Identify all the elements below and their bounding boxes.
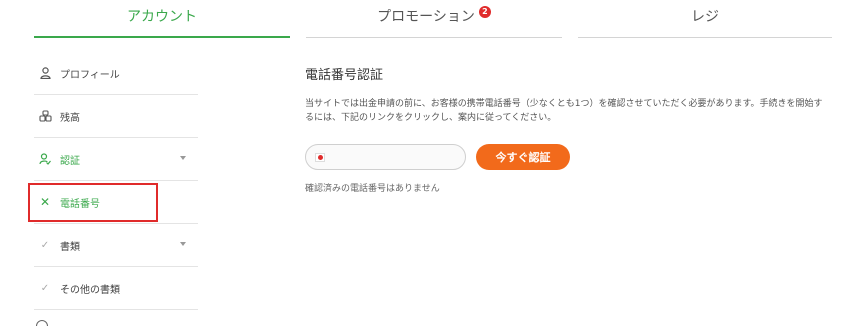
coins-icon	[38, 109, 52, 123]
sidebar-item-label: 認証	[60, 155, 80, 167]
sidebar-item-label: その他の書類	[60, 284, 120, 296]
check-icon: ✓	[40, 282, 50, 294]
sidebar-item-phone[interactable]: ✕ 電話番号	[34, 181, 198, 224]
sidebar-item-other-documents[interactable]: ✓ その他の書類	[34, 267, 198, 310]
sidebar-item-balance[interactable]: 残高	[34, 95, 198, 138]
tab-cashier-underline	[578, 37, 832, 38]
user-icon	[38, 66, 52, 80]
verify-now-button[interactable]: 今すぐ認証	[476, 144, 570, 170]
top-tabs: アカウント プロモーション 2 レジ	[0, 0, 850, 40]
tab-account-underline	[34, 36, 290, 38]
chevron-down-icon	[180, 242, 186, 246]
description-text: 当サイトでは出金申請の前に、お客様の携帯電話番号（少なくとも1つ）を確認させてい…	[305, 99, 823, 123]
japan-flag-icon	[315, 153, 325, 162]
cross-icon: ✕	[39, 195, 51, 209]
check-icon: ✓	[40, 239, 50, 251]
tab-account-label: アカウント	[127, 9, 197, 25]
tab-promotion-label: プロモーション	[377, 9, 475, 25]
sidebar-item-documents[interactable]: ✓ 書類	[34, 224, 198, 267]
notification-badge: 2	[478, 6, 491, 18]
sidebar-item-label: 電話番号	[60, 198, 100, 210]
tab-promotion-underline	[306, 37, 562, 38]
sidebar-item-label: 残高	[60, 112, 80, 124]
page-title: 電話番号認証	[305, 68, 384, 83]
verify-icon	[38, 152, 52, 166]
sidebar: プロフィール 残高 認証 ✕ 電話番号 ✓ 書類 ✓ その他の書類	[34, 52, 198, 310]
sidebar-item-profile[interactable]: プロフィール	[34, 52, 198, 95]
no-verified-phone-note: 確認済みの電話番号はありません	[305, 184, 440, 194]
phone-input[interactable]	[305, 144, 466, 170]
chevron-down-icon	[180, 156, 186, 160]
tab-cashier[interactable]: レジ	[578, 0, 832, 40]
tab-promotion[interactable]: プロモーション 2	[306, 0, 562, 40]
sidebar-item-label: 書類	[60, 241, 80, 253]
phone-row: 今すぐ認証	[305, 144, 570, 170]
sidebar-item-label: プロフィール	[60, 69, 120, 81]
main-content: 電話番号認証 当サイトでは出金申請の前に、お客様の携帯電話番号（少なくとも1つ）…	[305, 64, 835, 194]
sidebar-item-verification[interactable]: 認証	[34, 138, 198, 181]
tab-account[interactable]: アカウント	[34, 0, 290, 40]
partial-icon	[36, 320, 48, 326]
tab-cashier-label: レジ	[691, 9, 719, 25]
